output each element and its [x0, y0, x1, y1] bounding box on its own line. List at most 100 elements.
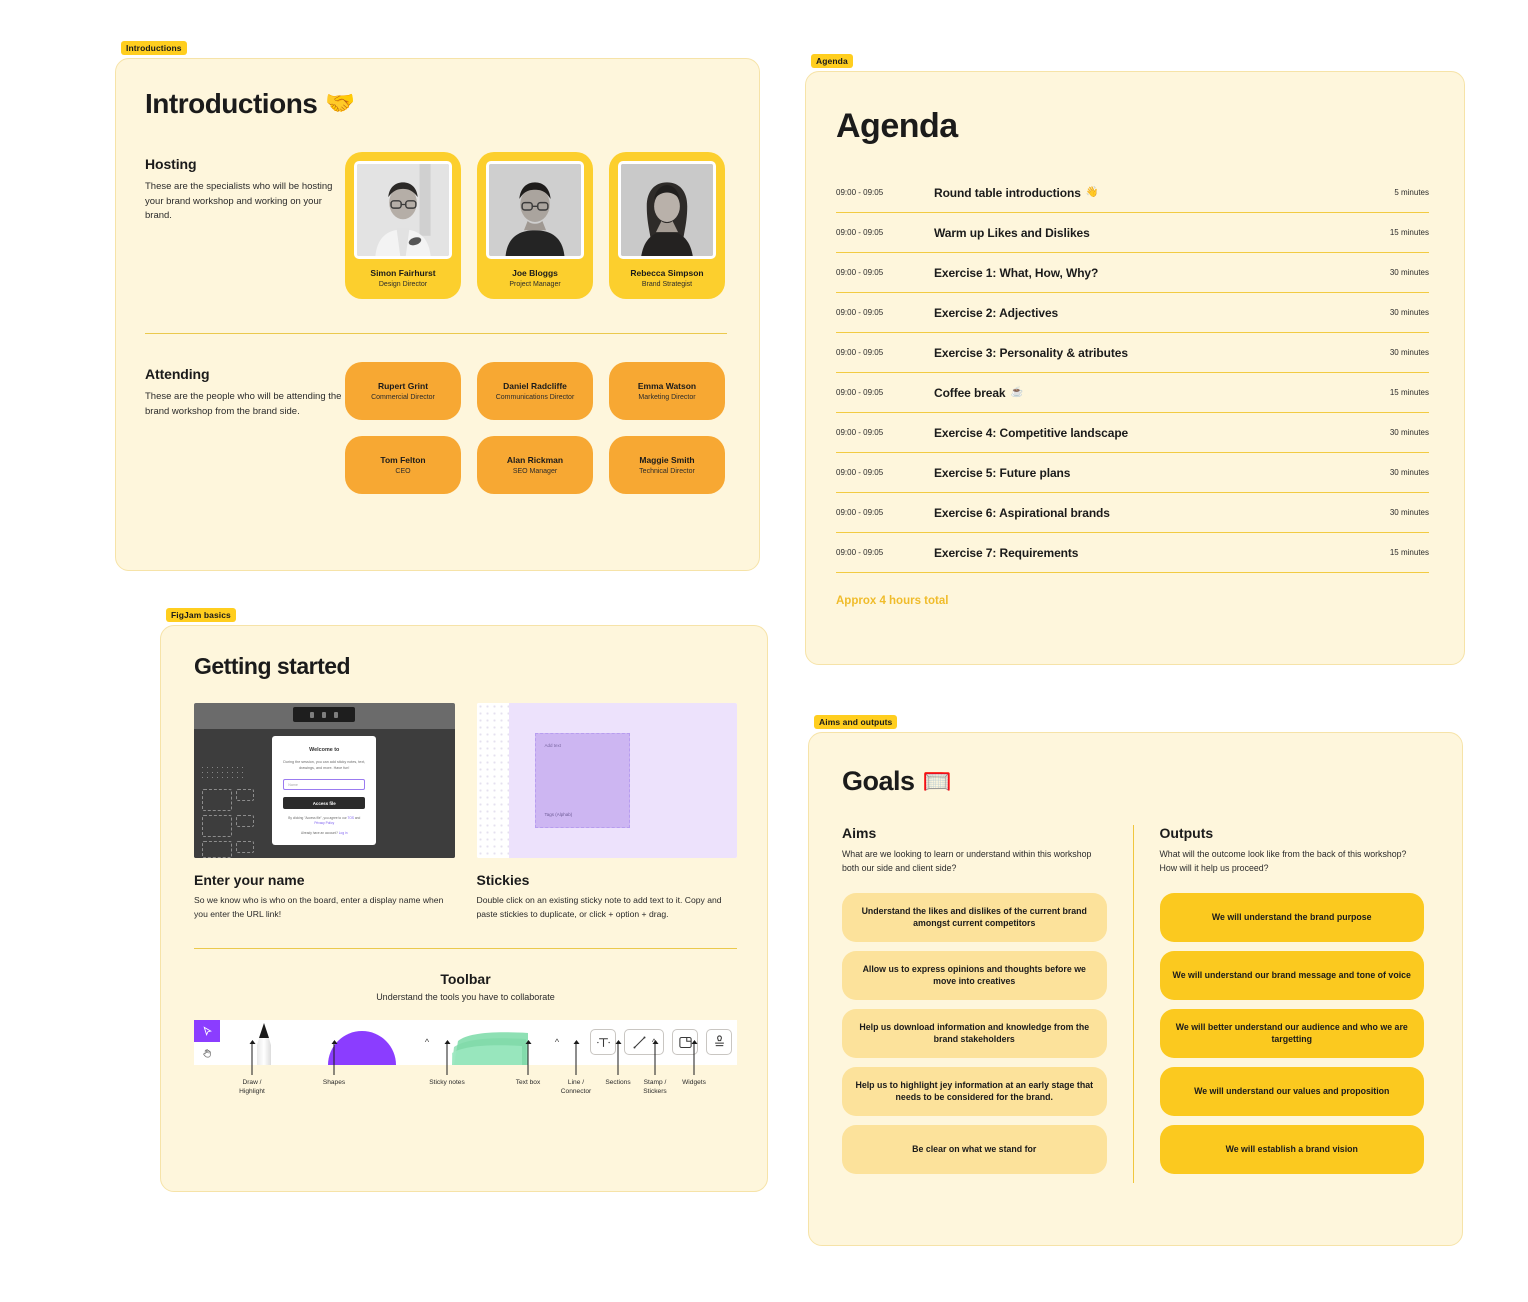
welcome-dialog-body: During the session, you can add sticky n… — [283, 760, 366, 770]
frame-tag-goals[interactable]: Aims and outputs — [814, 715, 898, 729]
agenda-row[interactable]: 09:00 - 09:05 Warm up Likes and Dislikes 1… — [836, 213, 1429, 254]
frame-goals[interactable]: Aims and outputs Goals 🥅 Aims What are w… — [808, 715, 1463, 1246]
toolbar-divider — [194, 947, 737, 949]
cursor-icon[interactable] — [194, 1019, 220, 1043]
access-file-button[interactable]: Access file — [283, 797, 366, 810]
attendee-name: Daniel Radcliffe — [503, 380, 567, 391]
agenda-row-emoji: ☕ — [1010, 386, 1024, 398]
toolbar-label: Text box — [515, 1078, 541, 1086]
host-card[interactable]: Simon Fairhurst Design Director — [345, 151, 461, 299]
stamp-icon[interactable] — [706, 1029, 732, 1056]
output-pill[interactable]: We will establish a brand vision — [1159, 1124, 1424, 1174]
agenda-row-title-text: Exercise 6: Aspirational brands — [934, 505, 1110, 520]
host-card[interactable]: Rebecca Simpson Brand Strategist — [609, 151, 725, 299]
toolbar-callout-arrow — [691, 1039, 697, 1075]
hand-icon[interactable] — [194, 1042, 220, 1065]
toolbar-cursor-group[interactable] — [194, 1019, 220, 1065]
attendee-role: CEO — [395, 468, 411, 476]
figjam-board: Introductions Introductions 🤝 Hosting Th… — [0, 0, 1528, 1302]
attendee-card[interactable]: Daniel Radcliffe Communications Director — [477, 361, 593, 420]
chevron-up-icon-shapes[interactable]: ^ — [416, 1020, 438, 1065]
output-pill[interactable]: We will better understand our audience a… — [1159, 1008, 1424, 1058]
pen-icon[interactable] — [220, 1020, 308, 1065]
frame-introductions[interactable]: Introductions Introductions 🤝 Hosting Th… — [115, 41, 760, 571]
frame-body-goals: Goals 🥅 Aims What are we looking to lear… — [808, 732, 1463, 1246]
handshake-icon: 🤝 — [325, 90, 355, 118]
line-connector-icon[interactable]: ^ — [624, 1029, 664, 1056]
caption-body-enter-your-name: So we know who is who on the board, ente… — [194, 895, 444, 920]
outputs-column: Outputs What will the outcome look like … — [1132, 824, 1424, 1183]
output-pill[interactable]: We will understand the brand purpose — [1159, 892, 1424, 942]
attendee-name: Maggie Smith — [639, 454, 695, 465]
agenda-row-duration: 15 minutes — [1389, 228, 1429, 238]
attendee-card[interactable]: Rupert Grint Commercial Director — [345, 361, 461, 420]
toolbar-label: Shapes — [322, 1078, 346, 1086]
agenda-row-time: 09:00 - 09:05 — [836, 308, 884, 318]
toolbar-heading-block: Toolbar Understand the tools you have to… — [194, 971, 737, 1002]
agenda-row-title-text: Warm up Likes and Dislikes — [934, 225, 1090, 240]
chevron-up-icon-stickies[interactable]: ^ — [546, 1020, 568, 1065]
sticky-note-bottom-text: Tags (Alphab) — [544, 812, 573, 818]
aim-pill[interactable]: Be clear on what we stand for — [842, 1124, 1107, 1174]
attendee-role: Technical Director — [639, 468, 695, 476]
agenda-row[interactable]: 09:00 - 09:05 Round table introductions 👋 5… — [836, 173, 1429, 214]
agenda-row[interactable]: 09:00 - 09:05 Exercise 2: Adjectives 30 mi… — [836, 293, 1429, 334]
attendee-card[interactable]: Emma Watson Marketing Director — [609, 361, 725, 420]
page-title-getting-started: Getting started — [194, 653, 737, 679]
frame-figjam-basics[interactable]: FigJam basics Getting started Welcome to… — [160, 608, 768, 1192]
toolbar-icon-group: ^ — [580, 1020, 737, 1065]
legal-prefix: By clicking "Access file", you agree to … — [288, 816, 348, 821]
attendee-role: Commercial Director — [371, 394, 435, 402]
attendee-card[interactable]: Tom Felton CEO — [345, 435, 461, 494]
agenda-row-title: Exercise 4: Competitive landscape — [934, 426, 1390, 440]
toolbar-callout-arrow — [525, 1039, 531, 1075]
name-input-placeholder: Name — [288, 782, 298, 787]
aim-pill[interactable]: Understand the likes and dislikes of the… — [842, 892, 1107, 942]
outputs-heading: Outputs — [1159, 824, 1214, 841]
agenda-row[interactable]: 09:00 - 09:05 Exercise 5: Future plans 30 … — [836, 453, 1429, 494]
shot-enter-your-name: Welcome to During the session, you can a… — [194, 703, 455, 922]
agenda-row[interactable]: 09:00 - 09:05 Coffee break ☕ 15 minutes — [836, 373, 1429, 414]
privacy-policy-link[interactable]: Privacy Policy — [314, 821, 334, 825]
output-pill[interactable]: We will understand our values and propos… — [1159, 1066, 1424, 1116]
agenda-row-title-text: Round table introductions — [934, 185, 1081, 200]
agenda-row[interactable]: 09:00 - 09:05 Exercise 3: Personality & a… — [836, 333, 1429, 374]
attendee-grid: Rupert Grint Commercial Director Daniel Ra… — [345, 361, 727, 494]
aim-pill[interactable]: Allow us to express opinions and thought… — [842, 950, 1107, 1000]
attendee-name: Rupert Grint — [377, 380, 429, 391]
shape-icon[interactable] — [308, 1020, 416, 1065]
agenda-list: 09:00 - 09:05 Round table introductions 👋 5… — [836, 173, 1429, 574]
agenda-row[interactable]: 09:00 - 09:05 Exercise 1: What, How, Why?… — [836, 253, 1429, 294]
agenda-row[interactable]: 09:00 - 09:05 Exercise 6: Aspirational br… — [836, 493, 1429, 534]
text-box-icon[interactable] — [590, 1029, 616, 1056]
agenda-row-title: Coffee break ☕ — [934, 386, 1390, 400]
agenda-row-duration: 30 minutes — [1389, 308, 1429, 318]
agenda-row-time: 09:00 - 09:05 — [836, 548, 884, 558]
log-in-link[interactable]: Log in — [339, 831, 348, 835]
welcome-dialog-title: Welcome to — [309, 747, 340, 754]
frame-tag-introductions[interactable]: Introductions — [121, 41, 187, 55]
attendee-card[interactable]: Maggie Smith Technical Director — [609, 435, 725, 494]
aim-pill[interactable]: Help us download information and knowled… — [842, 1008, 1107, 1058]
agenda-row-title: Exercise 6: Aspirational brands — [934, 506, 1390, 520]
avatar — [618, 160, 716, 259]
aim-pill[interactable]: Help us to highlight jey information at … — [842, 1066, 1107, 1116]
welcome-dialog: Welcome to During the session, you can a… — [272, 736, 377, 846]
attendee-card[interactable]: Alan Rickman SEO Manager — [477, 435, 593, 494]
agenda-row[interactable]: 09:00 - 09:05 Exercise 4: Competitive lan… — [836, 413, 1429, 454]
agenda-row-time: 09:00 - 09:05 — [836, 348, 884, 358]
toolbar-title: Toolbar — [440, 970, 491, 987]
shot-stickies: Add text Tags (Alphab) Stickies Double c… — [476, 703, 737, 922]
agenda-row-title-text: Exercise 7: Requirements — [934, 545, 1079, 560]
output-pill[interactable]: We will understand our brand message and… — [1159, 950, 1424, 1000]
agenda-row-time: 09:00 - 09:05 — [836, 268, 884, 278]
attendee-name: Emma Watson — [637, 380, 697, 391]
host-card[interactable]: Joe Bloggs Project Manager — [477, 151, 593, 299]
frame-agenda[interactable]: Agenda Agenda 09:00 - 09:05 Round table i… — [805, 54, 1465, 665]
caption-body-stickies: Double click on an existing sticky note … — [476, 895, 722, 920]
name-input[interactable]: Name — [283, 779, 366, 791]
toolbar-callout-arrow — [444, 1039, 450, 1075]
agenda-row[interactable]: 09:00 - 09:05 Exercise 7: Requirements 15 … — [836, 533, 1429, 574]
frame-tag-agenda[interactable]: Agenda — [811, 54, 853, 68]
frame-tag-figjam[interactable]: FigJam basics — [166, 608, 236, 622]
